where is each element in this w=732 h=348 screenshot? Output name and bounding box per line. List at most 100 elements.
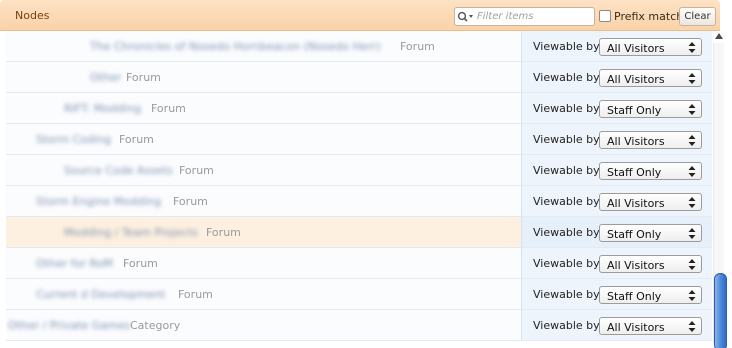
permission-cell: Viewable by: All Visitors: [521, 310, 712, 340]
node-name-link[interactable]: Source Code Assets: [64, 164, 173, 177]
node-type-label: Forum: [123, 257, 158, 270]
node-cell: Storm Coding Forum: [6, 124, 521, 154]
node-name-link[interactable]: Modding / Team Projects: [64, 226, 198, 239]
node-type-label: Category: [130, 319, 181, 332]
list-header: Nodes Prefix match Clear: [0, 0, 720, 31]
permission-cell: Viewable by: All Visitors: [521, 62, 712, 92]
node-cell: RIFT: Modding Forum: [6, 93, 521, 123]
select-value: All Visitors: [607, 259, 665, 272]
node-row: Modding / Team Projects Forum Viewable by:…: [6, 217, 712, 248]
node-type-label: Forum: [206, 226, 241, 239]
node-name-link[interactable]: Other / Private Games: [8, 319, 130, 332]
node-list: The Chronicles of Nosedo Hornbeacon (Nos…: [6, 31, 712, 348]
viewable-by-label: Viewable by:: [533, 195, 603, 208]
node-row: Other / Private Games Category Viewable by…: [6, 310, 712, 341]
permission-cell: Viewable by: Staff Only: [521, 155, 712, 185]
node-row: Storm Engine Modding Forum Viewable by: All…: [6, 186, 712, 217]
select-value: Staff Only: [607, 228, 662, 241]
filter-input[interactable]: [477, 9, 587, 24]
select-value: All Visitors: [607, 197, 665, 210]
select-value: Staff Only: [607, 166, 662, 179]
select-updown-icon: [688, 104, 696, 115]
node-row: Source Code Assets Forum Viewable by: Staff…: [6, 155, 712, 186]
node-cell: Source Code Assets Forum: [6, 155, 521, 185]
node-permissions-panel: Nodes Prefix match Clear The Chronicles …: [0, 0, 732, 348]
select-updown-icon: [688, 73, 696, 84]
permission-cell: Viewable by: Staff Only: [521, 93, 712, 123]
node-name-link[interactable]: Storm Coding: [36, 133, 111, 146]
clear-button[interactable]: Clear: [679, 7, 716, 26]
select-updown-icon: [688, 321, 696, 332]
select-updown-icon: [688, 197, 696, 208]
viewable-by-label: Viewable by:: [533, 288, 603, 301]
node-row: The Chronicles of Nosedo Hornbeacon (Nos…: [6, 31, 712, 62]
node-type-label: Forum: [151, 102, 186, 115]
viewable-by-select[interactable]: All Visitors: [599, 317, 702, 335]
node-row: Other for RoM Forum Viewable by: All Visito…: [6, 248, 712, 279]
header-title: Nodes: [15, 9, 50, 22]
node-cell: Storm Engine Modding Forum: [6, 186, 521, 216]
viewable-by-label: Viewable by:: [533, 133, 603, 146]
node-type-label: Forum: [178, 288, 213, 301]
select-value: All Visitors: [607, 73, 665, 86]
viewable-by-label: Viewable by:: [533, 71, 603, 84]
permission-cell: Viewable by: All Visitors: [521, 248, 712, 278]
node-name-link[interactable]: The Chronicles of Nosedo Hornbeacon (Nos…: [90, 40, 381, 53]
node-name-link[interactable]: Other: [90, 71, 121, 84]
select-updown-icon: [688, 228, 696, 239]
prefix-match-label: Prefix match: [614, 10, 684, 23]
viewable-by-select[interactable]: All Visitors: [599, 38, 702, 56]
select-updown-icon: [688, 259, 696, 270]
select-value: Staff Only: [607, 290, 662, 303]
select-updown-icon: [688, 290, 696, 301]
select-value: All Visitors: [607, 135, 665, 148]
node-name-link[interactable]: RIFT: Modding: [64, 102, 141, 115]
node-type-label: Forum: [119, 133, 154, 146]
node-cell: Current d Development Forum: [6, 279, 521, 309]
node-row: Current d Development Forum Viewable by: St…: [6, 279, 712, 310]
viewable-by-label: Viewable by:: [533, 40, 603, 53]
search-icon[interactable]: [455, 8, 477, 25]
viewable-by-label: Viewable by:: [533, 319, 603, 332]
node-row: Other Forum Viewable by: All Visitors: [6, 62, 712, 93]
node-row: Storm Coding Forum Viewable by: All Visitor…: [6, 124, 712, 155]
scroll-track[interactable]: [713, 43, 727, 348]
node-type-label: Forum: [179, 164, 214, 177]
viewable-by-select[interactable]: Staff Only: [599, 162, 702, 180]
vertical-scrollbar[interactable]: [712, 31, 727, 348]
scroll-up-arrow-icon[interactable]: [715, 33, 723, 39]
select-updown-icon: [688, 166, 696, 177]
select-updown-icon: [688, 135, 696, 146]
prefix-match-checkbox[interactable]: [599, 10, 611, 22]
node-row: RIFT: Modding Forum Viewable by: Staff Only: [6, 93, 712, 124]
viewable-by-select[interactable]: All Visitors: [599, 193, 702, 211]
filter-box[interactable]: [454, 7, 595, 26]
permission-cell: Viewable by: All Visitors: [521, 186, 712, 216]
node-cell: The Chronicles of Nosedo Hornbeacon (Nos…: [6, 31, 521, 61]
node-cell: Modding / Team Projects Forum: [6, 217, 521, 247]
select-value: Staff Only: [607, 104, 662, 117]
select-updown-icon: [688, 42, 696, 53]
viewable-by-label: Viewable by:: [533, 226, 603, 239]
node-cell: Other for RoM Forum: [6, 248, 521, 278]
viewable-by-select[interactable]: All Visitors: [599, 69, 702, 87]
viewable-by-select[interactable]: Staff Only: [599, 100, 702, 118]
node-type-label: Forum: [173, 195, 208, 208]
viewable-by-select[interactable]: Staff Only: [599, 224, 702, 242]
viewable-by-label: Viewable by:: [533, 164, 603, 177]
node-type-label: Forum: [126, 71, 161, 84]
viewable-by-select[interactable]: Staff Only: [599, 286, 702, 304]
node-cell: Other Forum: [6, 62, 521, 92]
node-name-link[interactable]: Other for RoM: [36, 257, 113, 270]
node-cell: Other / Private Games Category: [6, 310, 521, 340]
select-value: All Visitors: [607, 321, 665, 334]
viewable-by-select[interactable]: All Visitors: [599, 131, 702, 149]
permission-cell: Viewable by: All Visitors: [521, 124, 712, 154]
select-value: All Visitors: [607, 42, 665, 55]
permission-cell: Viewable by: All Visitors: [521, 31, 712, 61]
scroll-thumb[interactable]: [714, 273, 727, 348]
node-name-link[interactable]: Storm Engine Modding: [36, 195, 161, 208]
viewable-by-select[interactable]: All Visitors: [599, 255, 702, 273]
node-name-link[interactable]: Current d Development: [36, 288, 165, 301]
viewable-by-label: Viewable by:: [533, 102, 603, 115]
